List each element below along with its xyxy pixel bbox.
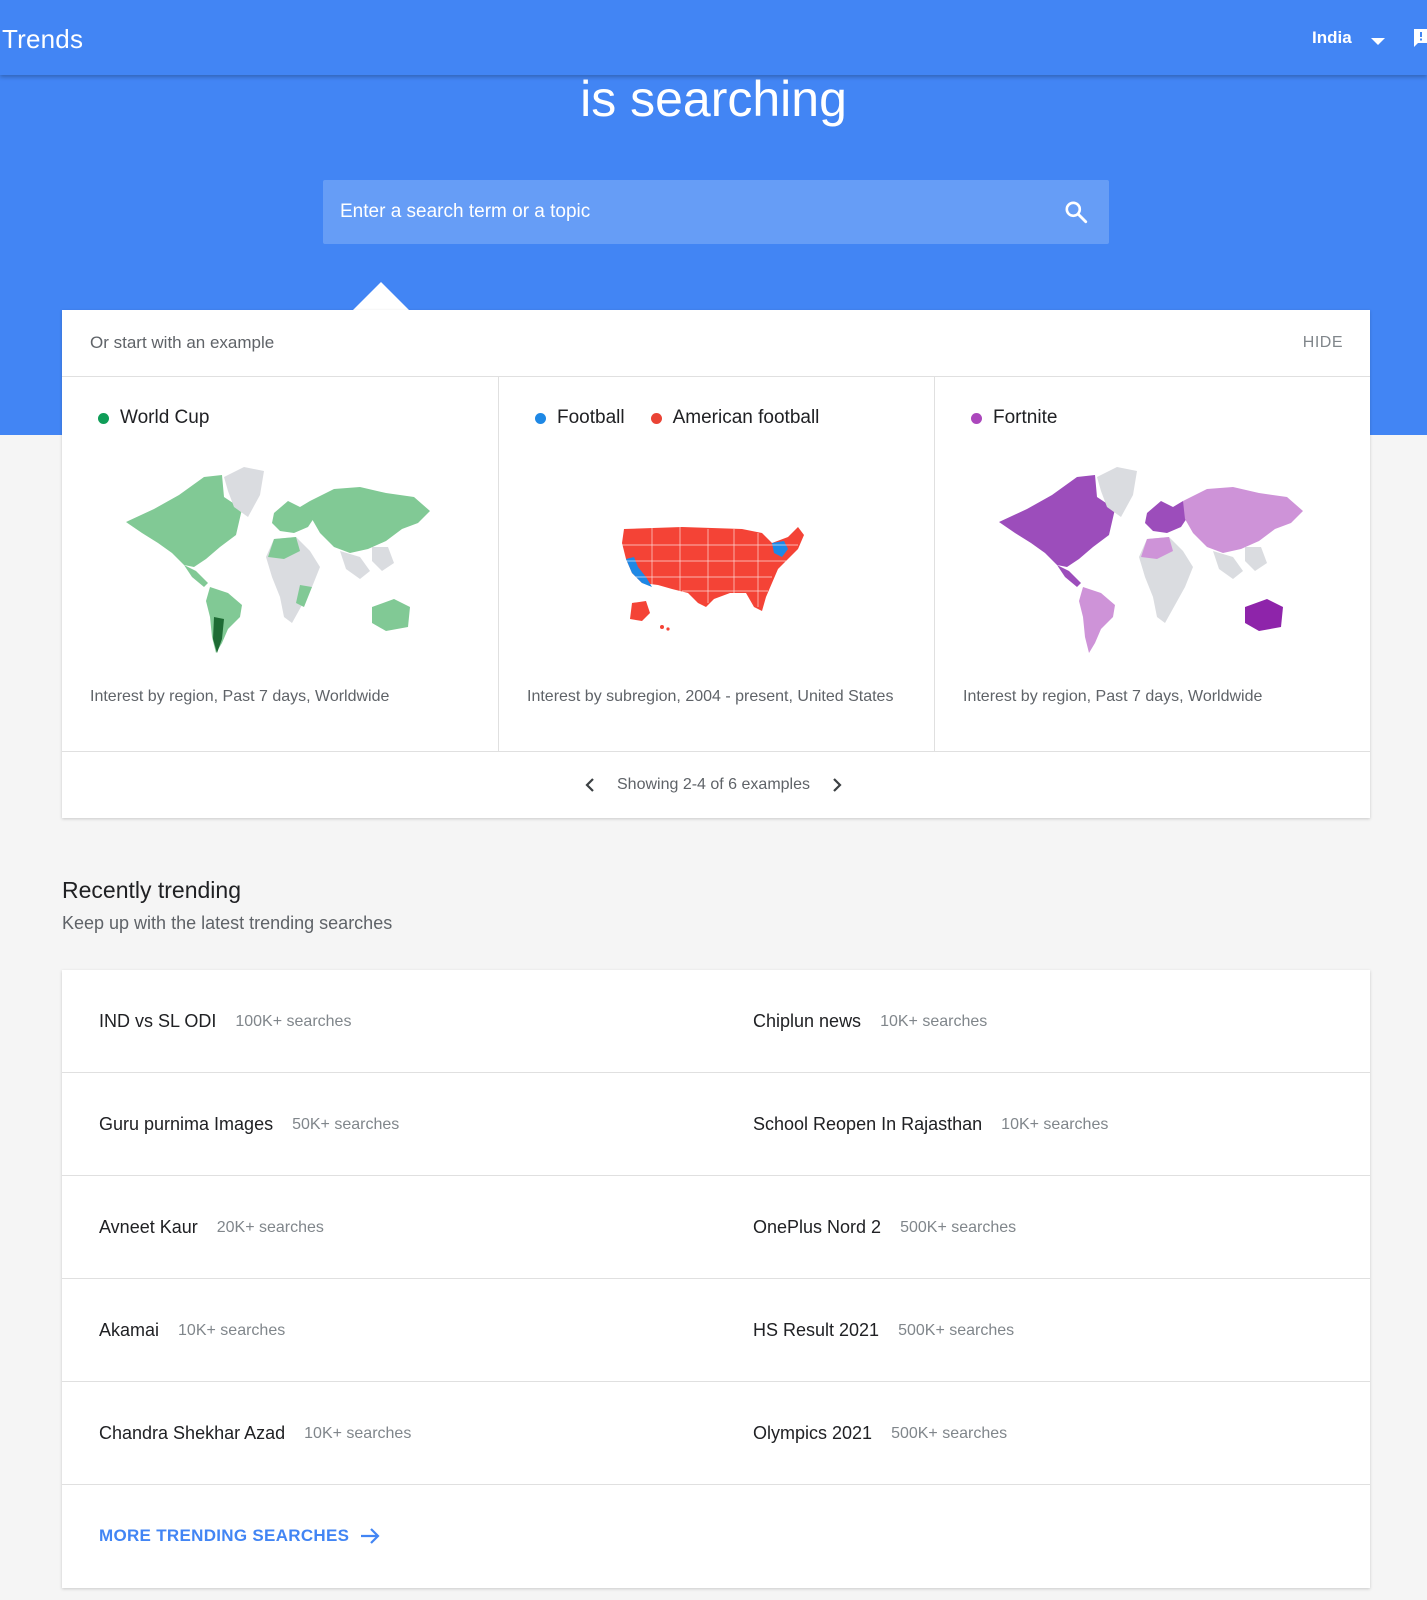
search-box[interactable]: [323, 180, 1109, 244]
trending-item-name: Akamai: [99, 1320, 160, 1340]
world-map-world-cup: [126, 467, 430, 653]
table-row: Chandra Shekhar Azad 10K+ searches Olymp…: [62, 1382, 1370, 1485]
feedback-icon[interactable]: [1412, 27, 1427, 49]
more-trending-searches-link[interactable]: MORE TRENDING SEARCHES: [99, 1525, 381, 1547]
table-row: Guru purnima Images 50K+ searches School…: [62, 1073, 1370, 1176]
legend-dot-icon: [535, 412, 546, 424]
trending-card: IND vs SL ODI 100K+ searches Chiplun new…: [62, 970, 1370, 1588]
examples-card: Or start with an example HIDE World Cup: [62, 310, 1370, 818]
example-legend: Football American football: [535, 407, 845, 429]
trending-item-name: HS Result 2021: [753, 1320, 880, 1340]
hide-examples-button[interactable]: HIDE: [1303, 334, 1343, 352]
hero-title: is searching: [580, 71, 847, 127]
trending-item-name: Chandra Shekhar Azad: [99, 1423, 286, 1443]
examples-pager: Showing 2-4 of 6 examples: [62, 752, 1370, 818]
brand-title[interactable]: Trends: [2, 24, 83, 55]
us-map-football: [622, 527, 804, 631]
table-row: IND vs SL ODI 100K+ searches Chiplun new…: [62, 970, 1370, 1073]
pager-text: Showing 2-4 of 6 examples: [617, 776, 810, 793]
trending-item-count: 10K+ searches: [304, 1424, 412, 1442]
trending-item-count: 100K+ searches: [235, 1012, 352, 1030]
legend-item: World Cup: [98, 407, 209, 429]
more-trending-label: MORE TRENDING SEARCHES: [99, 1526, 350, 1545]
world-map-fortnite: [999, 467, 1303, 653]
trending-item[interactable]: School Reopen In Rajasthan 10K+ searches: [753, 1073, 1108, 1176]
legend-label: Fortnite: [993, 407, 1058, 428]
trending-item[interactable]: IND vs SL ODI 100K+ searches: [99, 970, 351, 1073]
trending-item-name: IND vs SL ODI: [99, 1011, 217, 1031]
chevron-right-icon[interactable]: [826, 775, 846, 795]
legend-dot-icon: [98, 412, 109, 424]
example-card-world-cup[interactable]: World Cup Interest by region, Past 7 day…: [62, 377, 498, 751]
trending-item[interactable]: Chiplun news 10K+ searches: [753, 970, 987, 1073]
trending-item[interactable]: HS Result 2021 500K+ searches: [753, 1279, 1014, 1382]
example-caption: Interest by subregion, 2004 - present, U…: [527, 688, 894, 705]
trending-item-count: 10K+ searches: [880, 1012, 988, 1030]
table-row: Akamai 10K+ searches HS Result 2021 500K…: [62, 1279, 1370, 1382]
trending-item[interactable]: Avneet Kaur 20K+ searches: [99, 1176, 324, 1279]
legend-item: American football: [650, 407, 820, 429]
trending-item-count: 50K+ searches: [292, 1115, 400, 1133]
trending-item-name: Chiplun news: [753, 1011, 862, 1031]
caret-down-icon[interactable]: [1371, 38, 1385, 45]
example-legend: Fortnite: [971, 407, 1083, 429]
trending-item-name: Avneet Kaur: [99, 1217, 198, 1237]
trending-item-count: 20K+ searches: [216, 1218, 324, 1236]
trending-item[interactable]: Guru purnima Images 50K+ searches: [99, 1073, 399, 1176]
search-input[interactable]: [340, 180, 1040, 244]
example-caption: Interest by region, Past 7 days, Worldwi…: [963, 688, 1263, 705]
recently-trending-title: Recently trending: [62, 877, 241, 903]
legend-item: Fortnite: [971, 407, 1057, 429]
legend-item: Football: [535, 407, 625, 429]
legend-label: Football: [557, 407, 625, 428]
trending-item-name: Guru purnima Images: [99, 1114, 274, 1134]
search-icon[interactable]: [1063, 199, 1089, 225]
trending-item[interactable]: Akamai 10K+ searches: [99, 1279, 285, 1382]
examples-pointer: [352, 282, 410, 311]
legend-label: American football: [672, 407, 820, 428]
trending-item-count: 500K+ searches: [898, 1321, 1015, 1339]
chevron-left-icon[interactable]: [581, 775, 601, 795]
trending-item-count: 500K+ searches: [900, 1218, 1017, 1236]
legend-dot-icon: [650, 412, 662, 424]
trending-item[interactable]: Chandra Shekhar Azad 10K+ searches: [99, 1382, 411, 1485]
trending-item-name: OnePlus Nord 2: [753, 1217, 882, 1237]
recently-trending-subtitle: Keep up with the latest trending searche…: [62, 913, 393, 933]
trending-item-count: 10K+ searches: [1001, 1115, 1109, 1133]
example-card-fortnite[interactable]: Fortnite Interest by region, Past 7 days…: [935, 377, 1371, 751]
top-app-bar: Trends India: [0, 0, 1427, 75]
example-legend: World Cup: [98, 407, 235, 429]
trending-item-name: School Reopen In Rajasthan: [753, 1114, 983, 1134]
trending-item-name: Olympics 2021: [753, 1423, 873, 1443]
examples-header: Or start with an example: [90, 333, 275, 352]
country-selector-label[interactable]: India: [1312, 28, 1352, 48]
example-card-football[interactable]: Football American football Interest by s…: [499, 377, 935, 751]
example-caption: Interest by region, Past 7 days, Worldwi…: [90, 688, 390, 705]
trending-item[interactable]: Olympics 2021 500K+ searches: [753, 1382, 1007, 1485]
arrow-right-icon: [361, 1528, 380, 1544]
legend-label: World Cup: [120, 407, 210, 428]
trending-item-count: 500K+ searches: [891, 1424, 1008, 1442]
trending-item-count: 10K+ searches: [178, 1321, 286, 1339]
legend-dot-icon: [971, 412, 982, 424]
table-row: Avneet Kaur 20K+ searches OnePlus Nord 2…: [62, 1176, 1370, 1279]
trending-item[interactable]: OnePlus Nord 2 500K+ searches: [753, 1176, 1016, 1279]
